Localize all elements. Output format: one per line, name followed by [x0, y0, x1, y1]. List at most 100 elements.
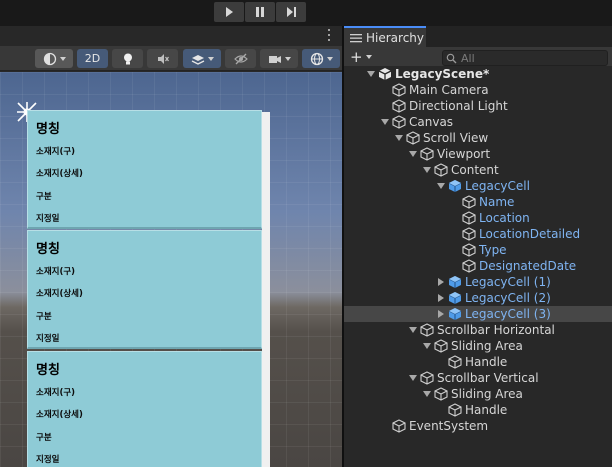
gameobject-cube-icon	[392, 419, 406, 433]
camera-dropdown[interactable]	[260, 49, 298, 68]
hierarchy-item[interactable]: Handle	[344, 402, 612, 418]
gizmo-globe-icon	[310, 52, 323, 65]
hierarchy-item-label: LegacyCell	[465, 179, 530, 193]
prefab-cube-icon	[448, 276, 462, 288]
pause-icon	[256, 7, 264, 17]
hierarchy-item[interactable]: Type	[344, 242, 612, 258]
collapsed-arrow-icon[interactable]	[436, 277, 446, 287]
hierarchy-item[interactable]: LegacyCell (3)	[344, 306, 612, 322]
expand-arrow-icon[interactable]	[436, 181, 446, 191]
hierarchy-item[interactable]: EventSystem	[344, 418, 612, 434]
hierarchy-item[interactable]: Scroll View	[344, 130, 612, 146]
expand-arrow-icon[interactable]	[422, 165, 432, 175]
hierarchy-item[interactable]: LegacyCell	[344, 178, 612, 194]
play-button[interactable]	[214, 2, 244, 22]
hierarchy-item[interactable]: LocationDetailed	[344, 226, 612, 242]
hierarchy-item[interactable]: Main Camera	[344, 82, 612, 98]
step-button[interactable]	[276, 2, 306, 22]
expand-arrow-icon[interactable]	[408, 373, 418, 383]
hierarchy-item[interactable]: Viewport	[344, 146, 612, 162]
hierarchy-item[interactable]: LegacyCell (2)	[344, 290, 612, 306]
draw-mode-dropdown[interactable]	[35, 49, 73, 68]
hierarchy-search[interactable]: All	[442, 50, 608, 66]
scene-tab-bar	[0, 26, 342, 44]
gizmos-dropdown[interactable]	[302, 49, 340, 68]
hierarchy-item[interactable]: DesignatedDate	[344, 258, 612, 274]
cell-title: 명칭	[36, 122, 60, 137]
collapsed-arrow-icon[interactable]	[436, 309, 446, 319]
lighting-toggle-button[interactable]	[112, 49, 143, 68]
gameobject-cube-icon	[434, 387, 448, 401]
hierarchy-item[interactable]: Name	[344, 194, 612, 210]
create-dropdown[interactable]: +	[350, 49, 372, 65]
effects-dropdown[interactable]	[183, 49, 221, 68]
cell-designated-date: 지정일	[36, 334, 60, 344]
audio-muted-icon	[157, 53, 169, 64]
hierarchy-item-label: Main Camera	[409, 83, 489, 97]
hierarchy-item[interactable]: Handle	[344, 354, 612, 370]
prefab-cube-icon	[448, 292, 462, 304]
hierarchy-item-label: Canvas	[409, 115, 454, 129]
toggle-2d-button[interactable]: 2D	[77, 49, 108, 68]
expand-arrow-icon[interactable]	[380, 117, 390, 127]
gameobject-cube-icon	[392, 83, 406, 97]
tab-hierarchy[interactable]: Hierarchy	[344, 26, 426, 47]
legacy-cell[interactable]: 명칭 소재지(구) 소재지(상세) 구분 지정일	[27, 351, 262, 467]
cell-location: 소재지(구)	[36, 388, 76, 398]
scene-visibility-button[interactable]	[225, 49, 256, 68]
expand-arrow-icon[interactable]	[394, 133, 404, 143]
hierarchy-item-label: Handle	[465, 355, 508, 369]
cell-type: 구분	[36, 433, 52, 443]
hierarchy-item-label: LegacyCell (1)	[465, 275, 551, 289]
collapsed-arrow-icon[interactable]	[436, 293, 446, 303]
audio-toggle-button[interactable]	[147, 49, 178, 68]
pause-button[interactable]	[245, 2, 275, 22]
expand-arrow-icon[interactable]	[422, 341, 432, 351]
scene-panel: 2D 명칭 소재지(구) 소재지(상세) 구분 지정일 명칭 소재지(구) 소재…	[0, 26, 342, 467]
hierarchy-item-label: Scrollbar Horizontal	[437, 323, 555, 337]
cell-type: 구분	[36, 312, 52, 322]
legacy-cell[interactable]: 명칭 소재지(구) 소재지(상세) 구분 지정일	[27, 230, 262, 349]
hierarchy-item[interactable]: Sliding Area	[344, 338, 612, 354]
hidden-eye-icon	[233, 53, 248, 64]
unity-scene-icon	[378, 68, 392, 80]
layers-effects-icon	[191, 54, 204, 65]
expand-arrow-icon[interactable]	[422, 389, 432, 399]
hierarchy-item-label: Handle	[465, 403, 508, 417]
expand-arrow-icon[interactable]	[366, 69, 376, 79]
hierarchy-panel: Hierarchy + All LegacyScene* Main Camera D…	[344, 26, 612, 467]
hierarchy-item[interactable]: Sliding Area	[344, 386, 612, 402]
lightbulb-icon	[123, 53, 132, 64]
camera-icon	[268, 55, 281, 63]
hierarchy-item[interactable]: Canvas	[344, 114, 612, 130]
gameobject-cube-icon	[392, 99, 406, 113]
hierarchy-item[interactable]: LegacyCell (1)	[344, 274, 612, 290]
hierarchy-item-label: Content	[451, 163, 499, 177]
step-icon	[287, 7, 296, 17]
legacy-cell[interactable]: 명칭 소재지(구) 소재지(상세) 구분 지정일	[27, 110, 262, 229]
prefab-cube-icon	[448, 308, 462, 320]
scene-viewport[interactable]: 명칭 소재지(구) 소재지(상세) 구분 지정일 명칭 소재지(구) 소재지(상…	[0, 72, 342, 467]
more-options-icon[interactable]	[322, 28, 336, 42]
gameobject-cube-icon	[448, 403, 462, 417]
hierarchy-item[interactable]: LegacyScene*	[344, 66, 612, 82]
expand-arrow-icon[interactable]	[408, 325, 418, 335]
hierarchy-item-label: Name	[479, 195, 515, 209]
shading-mode-icon	[43, 52, 56, 65]
hierarchy-item[interactable]: Directional Light	[344, 98, 612, 114]
gameobject-cube-icon	[462, 259, 476, 273]
hierarchy-item[interactable]: Location	[344, 210, 612, 226]
hierarchy-item[interactable]: Scrollbar Horizontal	[344, 322, 612, 338]
hierarchy-item[interactable]: Scrollbar Vertical	[344, 370, 612, 386]
hierarchy-item[interactable]: Content	[344, 162, 612, 178]
hierarchy-item-label: Viewport	[437, 147, 491, 161]
hierarchy-list-icon	[350, 33, 362, 42]
gameobject-cube-icon	[406, 131, 420, 145]
play-toolbar	[0, 0, 612, 26]
cell-location: 소재지(구)	[36, 267, 76, 277]
gameobject-cube-icon	[462, 243, 476, 257]
gameobject-cube-icon	[462, 227, 476, 241]
gameobject-cube-icon	[462, 195, 476, 209]
expand-arrow-icon[interactable]	[408, 149, 418, 159]
gameobject-cube-icon	[420, 323, 434, 337]
